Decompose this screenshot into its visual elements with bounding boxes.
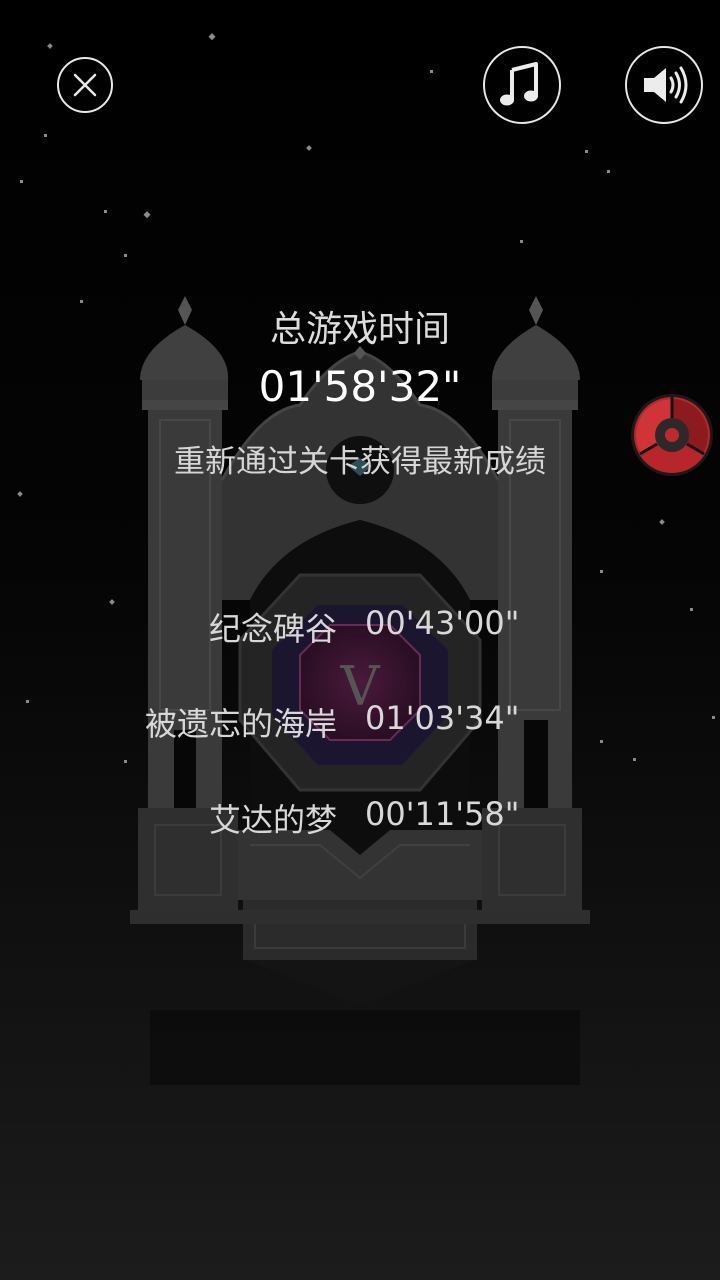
chapter-name: 艾达的梦 (208, 801, 337, 839)
stats-overlay: 总游戏时间 01'58'32" 重新通过关卡获得最新成绩 纪念碑谷 00'43'… (0, 0, 720, 1280)
chapter-row: 纪念碑谷 00'43'00" (0, 604, 720, 648)
chapter-row: 被遗忘的海岸 01'03'34" (0, 699, 720, 743)
chapter-time: 00'11'58" (365, 795, 520, 833)
total-time-title: 总游戏时间 (269, 309, 450, 350)
chapter-name: 被遗忘的海岸 (144, 705, 337, 743)
chapter-row: 艾达的梦 00'11'58" (0, 795, 720, 839)
total-time-value: 01'58'32" (258, 362, 462, 411)
chapter-time: 00'43'00" (365, 604, 520, 642)
chapter-time: 01'03'34" (365, 699, 520, 737)
replay-hint: 重新通过关卡获得最新成绩 (174, 444, 546, 480)
chapter-name: 纪念碑谷 (208, 610, 337, 648)
